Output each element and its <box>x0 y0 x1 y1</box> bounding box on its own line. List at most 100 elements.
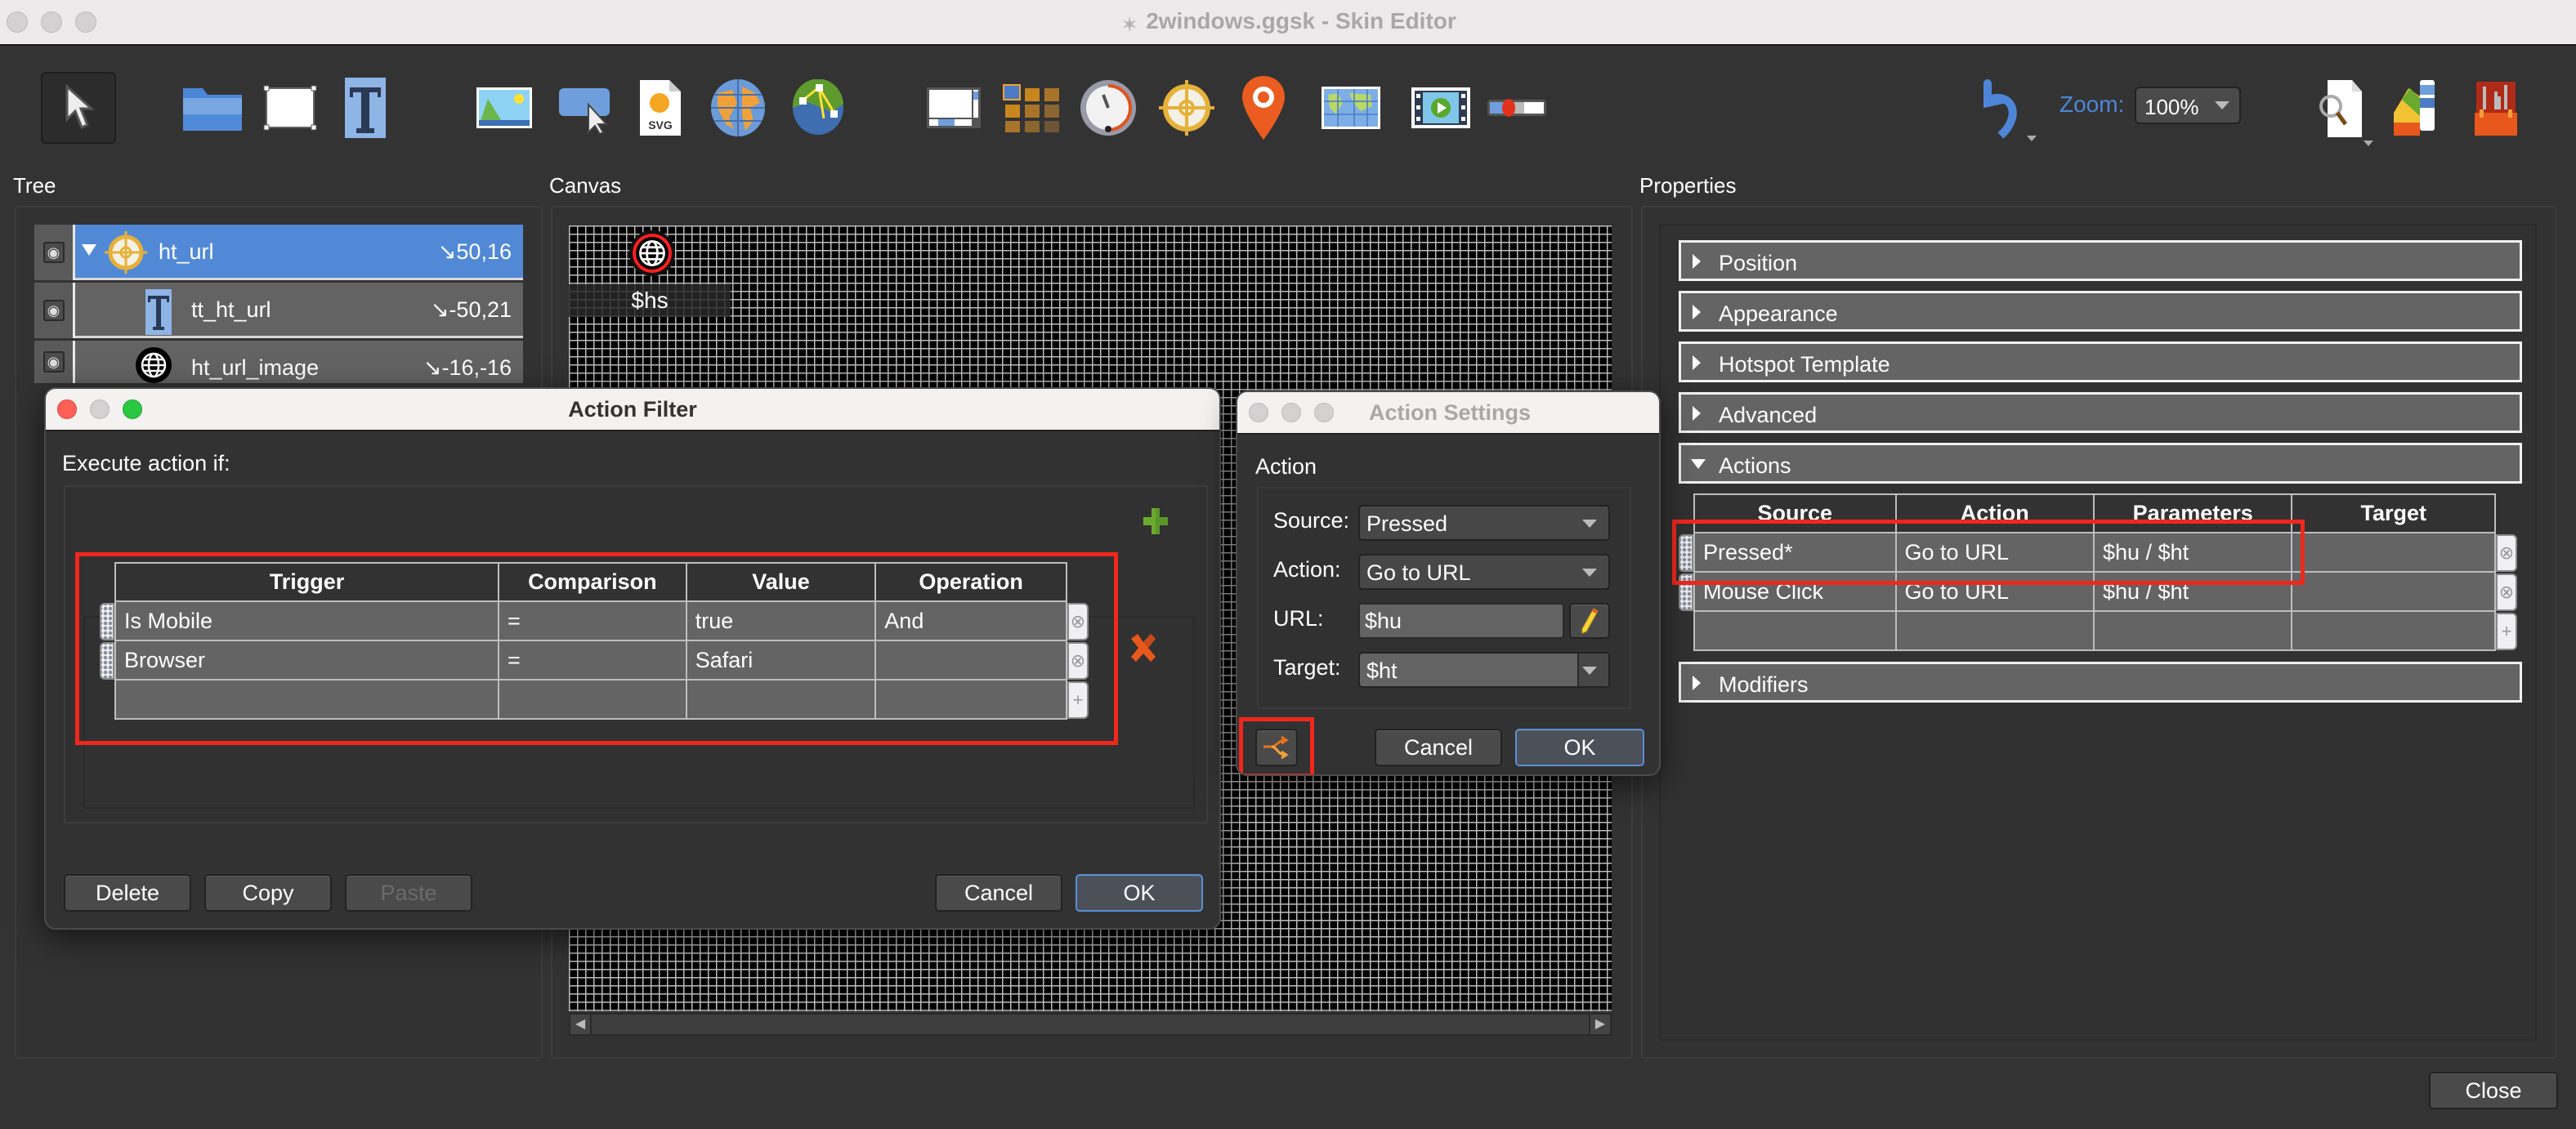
table-row[interactable]: Mouse Click Go to URL $hu / $ht <box>1693 571 2496 612</box>
table-cell[interactable]: Is Mobile <box>114 600 499 641</box>
palette-button[interactable] <box>2390 75 2452 142</box>
column-header[interactable]: Trigger <box>114 562 499 602</box>
table-cell[interactable]: $hu / $ht <box>2092 571 2293 612</box>
tool-container[interactable] <box>181 80 244 136</box>
action-select[interactable]: Go to URL <box>1358 554 1610 590</box>
target-value[interactable]: $ht <box>1366 658 1398 683</box>
section-actions[interactable]: Actions <box>1679 443 2522 484</box>
section-advanced[interactable]: Advanced <box>1679 392 2522 433</box>
delete-group-icon[interactable] <box>1128 632 1159 663</box>
drag-handle-icon[interactable] <box>100 603 114 640</box>
cancel-button[interactable]: Cancel <box>935 874 1062 912</box>
dialog-zoom-button[interactable] <box>1314 403 1334 422</box>
tool-hotspot[interactable] <box>1156 77 1218 139</box>
table-cell[interactable] <box>2092 610 2293 651</box>
table-cell[interactable] <box>1894 610 2095 651</box>
tool-rectangle[interactable] <box>262 83 319 132</box>
table-cell[interactable]: = <box>497 640 687 681</box>
delete-button[interactable]: Delete <box>64 874 191 912</box>
section-position[interactable]: Position <box>1679 240 2522 281</box>
table-cell[interactable]: Mouse Click <box>1693 571 1897 612</box>
tool-node-map[interactable] <box>788 77 848 139</box>
add-row-icon[interactable]: + <box>2496 613 2517 650</box>
ok-button[interactable]: OK <box>1076 874 1203 912</box>
drag-handle-icon[interactable] <box>1679 534 1693 572</box>
table-row[interactable]: Browser = Safari <box>114 640 1067 681</box>
tool-video[interactable] <box>1411 83 1471 132</box>
add-condition-icon[interactable]: + <box>1067 681 1089 719</box>
undo-button[interactable] <box>1970 70 2037 144</box>
column-header[interactable]: Action <box>1894 493 2095 533</box>
tool-cloner[interactable] <box>1002 82 1064 136</box>
tool-select[interactable] <box>41 72 116 144</box>
table-cell[interactable] <box>685 679 877 720</box>
column-header[interactable]: Source <box>1693 493 1897 533</box>
tree-item-tt-ht-url[interactable]: ◉ tt_ht_url ↘-50,21 <box>34 283 523 338</box>
canvas-hotspot-globe[interactable] <box>629 230 675 276</box>
preview-button[interactable] <box>2310 75 2373 146</box>
tool-text[interactable] <box>338 77 392 139</box>
table-cell[interactable] <box>874 640 1067 681</box>
preview-dropdown-icon[interactable] <box>2364 141 2373 146</box>
remove-row-icon[interactable]: ⊗ <box>2496 534 2517 572</box>
tools-button[interactable] <box>2465 75 2527 142</box>
edit-url-button[interactable] <box>1569 603 1610 639</box>
ok-button[interactable]: OK <box>1515 729 1644 766</box>
column-header[interactable]: Parameters <box>2092 493 2293 533</box>
tool-image[interactable] <box>476 83 533 132</box>
table-cell[interactable]: Browser <box>114 640 499 681</box>
undo-dropdown-icon[interactable] <box>2027 136 2037 141</box>
visibility-toggle[interactable]: ◉ <box>34 283 75 338</box>
column-header[interactable]: Comparison <box>497 562 687 602</box>
column-header[interactable]: Operation <box>874 562 1067 602</box>
table-cell[interactable]: Safari <box>685 640 877 681</box>
remove-condition-icon[interactable]: ⊗ <box>1067 642 1089 680</box>
table-cell[interactable]: $hu / $ht <box>2092 532 2293 573</box>
table-cell[interactable]: Go to URL <box>1894 571 2095 612</box>
target-combo[interactable]: $ht <box>1358 652 1610 688</box>
column-header[interactable]: Value <box>685 562 877 602</box>
tool-scroll-area[interactable] <box>925 83 982 132</box>
table-cell[interactable]: Go to URL <box>1894 532 2095 573</box>
canvas-hotspot-text[interactable]: $hs <box>569 288 731 314</box>
table-cell[interactable] <box>2291 571 2496 612</box>
table-cell[interactable] <box>497 679 687 720</box>
section-modifiers[interactable]: Modifiers <box>1679 662 2522 703</box>
table-cell[interactable]: = <box>497 600 687 641</box>
canvas-horizontal-scrollbar[interactable]: ◀ ▶ <box>569 1013 1612 1036</box>
zoom-select[interactable]: 100% <box>2135 87 2241 124</box>
url-input[interactable]: $hu <box>1358 603 1564 639</box>
dialog-minimize-button[interactable] <box>1281 403 1301 422</box>
table-row-empty[interactable] <box>1693 610 2496 651</box>
action-filter-button[interactable] <box>1255 729 1298 766</box>
tool-timer[interactable] <box>1077 77 1139 139</box>
tree-item-ht-url[interactable]: ◉ ht_url ↘50,16 <box>34 225 523 280</box>
table-cell[interactable] <box>114 679 499 720</box>
table-cell[interactable]: true <box>685 600 877 641</box>
remove-row-icon[interactable]: ⊗ <box>2496 573 2517 611</box>
visibility-toggle[interactable]: ◉ <box>34 341 75 383</box>
dialog-close-button[interactable] <box>1249 403 1268 422</box>
close-button[interactable]: Close <box>2429 1072 2558 1109</box>
tool-map-pin[interactable] <box>1239 74 1288 142</box>
tool-button[interactable] <box>556 83 613 136</box>
tree-item-ht-url-image[interactable]: ◉ ht_url_image ↘-16,-16 <box>34 341 523 383</box>
tool-map[interactable] <box>1321 85 1381 131</box>
table-row-empty[interactable] <box>114 679 1067 720</box>
tool-panorama[interactable] <box>708 77 768 139</box>
source-select[interactable]: Pressed <box>1358 505 1610 541</box>
table-cell[interactable]: And <box>874 600 1067 641</box>
tool-svg[interactable]: SVG <box>637 77 683 139</box>
scroll-left-icon[interactable]: ◀ <box>570 1015 592 1034</box>
table-cell[interactable] <box>874 679 1067 720</box>
table-row[interactable]: Is Mobile = true And <box>114 600 1067 641</box>
table-cell[interactable] <box>2291 610 2496 651</box>
table-row[interactable]: Pressed* Go to URL $hu / $ht <box>1693 532 2496 573</box>
drag-handle-icon[interactable] <box>1679 573 1693 611</box>
section-appearance[interactable]: Appearance <box>1679 291 2522 332</box>
table-cell[interactable] <box>1693 610 1897 651</box>
expand-triangle-icon[interactable] <box>82 244 96 256</box>
drag-handle-icon[interactable] <box>100 642 114 680</box>
table-cell[interactable]: Pressed* <box>1693 532 1897 573</box>
remove-condition-icon[interactable]: ⊗ <box>1067 603 1089 640</box>
